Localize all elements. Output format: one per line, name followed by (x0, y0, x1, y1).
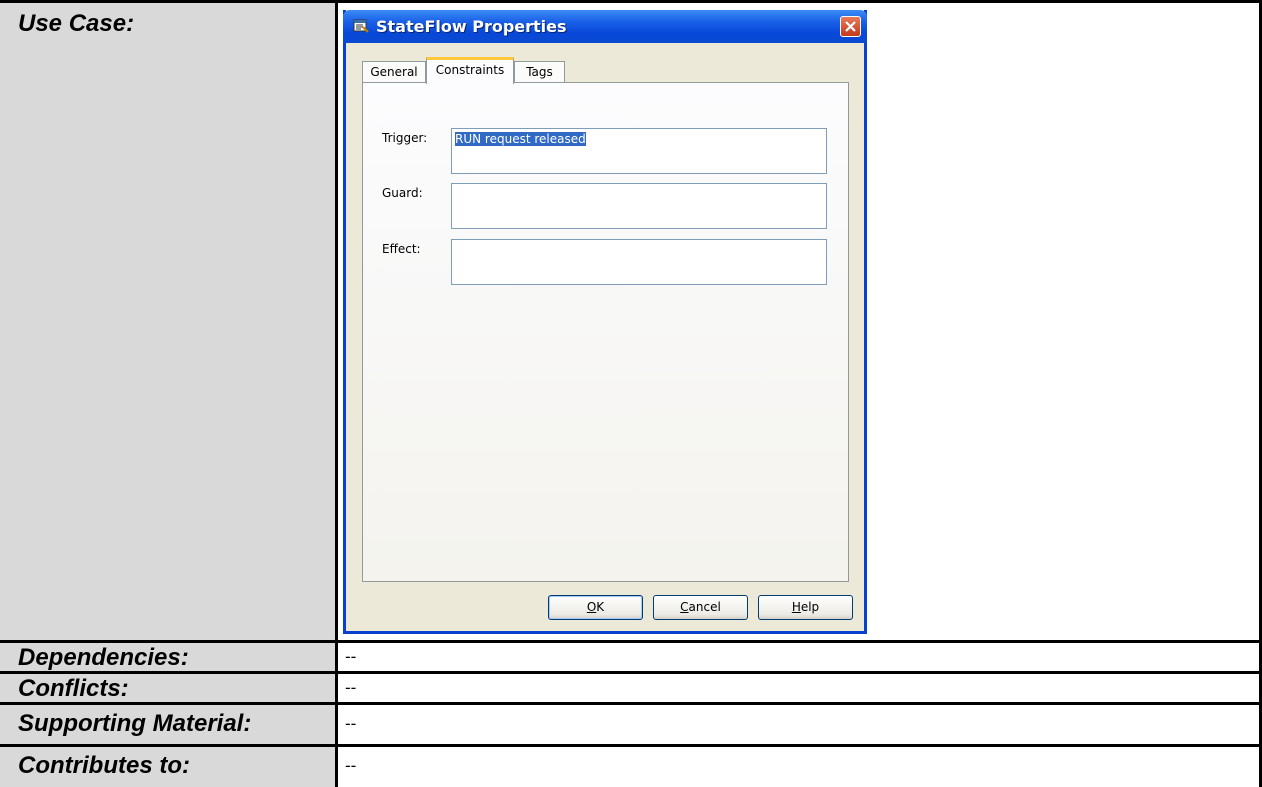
trigger-label: Trigger: (382, 131, 428, 145)
cancel-hotkey: C (680, 600, 689, 614)
effect-field[interactable] (451, 239, 827, 285)
ok-hotkey: O (586, 600, 597, 614)
close-icon (845, 21, 856, 32)
row-value-contributes-to: -- (345, 756, 357, 775)
row-label-dependencies: Dependencies: (0, 643, 335, 671)
table-divider (0, 744, 1262, 747)
help-button[interactable]: Help (758, 595, 853, 620)
row-label-supporting-material: Supporting Material: (0, 705, 335, 744)
dialog-title: StateFlow Properties (376, 17, 567, 36)
ok-label: K (596, 600, 605, 614)
row-label-use-case: Use Case: (0, 0, 335, 640)
row-value-dependencies: -- (345, 647, 357, 666)
tab-tags[interactable]: Tags (514, 61, 565, 83)
table-divider (0, 702, 1262, 705)
table-border-top (0, 0, 1262, 3)
dialog-title-bar[interactable]: StateFlow Properties (343, 10, 867, 43)
tab-general[interactable]: General (362, 61, 426, 83)
table-row-supporting-material: Supporting Material: -- (0, 705, 1262, 744)
row-label-conflicts: Conflicts: (0, 674, 335, 702)
table-divider (0, 671, 1262, 674)
effect-label: Effect: (382, 242, 421, 256)
table-row-contributes-to: Contributes to: -- (0, 747, 1262, 787)
table-column-divider (335, 0, 338, 787)
row-label-contributes-to: Contributes to: (0, 747, 335, 787)
properties-icon (353, 19, 369, 33)
trigger-field[interactable]: RUN request released (451, 128, 827, 174)
tab-constraints[interactable]: Constraints (426, 57, 514, 84)
ok-button[interactable]: OK (548, 595, 643, 620)
row-value-conflicts: -- (345, 678, 357, 697)
help-label: elp (800, 600, 820, 614)
table-row-dependencies: Dependencies: -- (0, 643, 1262, 671)
cancel-label: ancel (688, 600, 721, 614)
table-divider (0, 640, 1262, 643)
help-hotkey: H (791, 600, 801, 614)
trigger-value: RUN request released (455, 132, 586, 146)
guard-field[interactable] (451, 183, 827, 229)
stateflow-properties-dialog: StateFlow Properties General Constraints… (343, 10, 867, 634)
constraints-panel: Trigger: RUN request released Guard: Eff… (362, 82, 849, 582)
table-row-conflicts: Conflicts: -- (0, 674, 1262, 702)
cancel-button[interactable]: Cancel (653, 595, 748, 620)
guard-label: Guard: (382, 186, 423, 200)
row-value-supporting-material: -- (345, 714, 357, 733)
close-button[interactable] (840, 16, 861, 37)
